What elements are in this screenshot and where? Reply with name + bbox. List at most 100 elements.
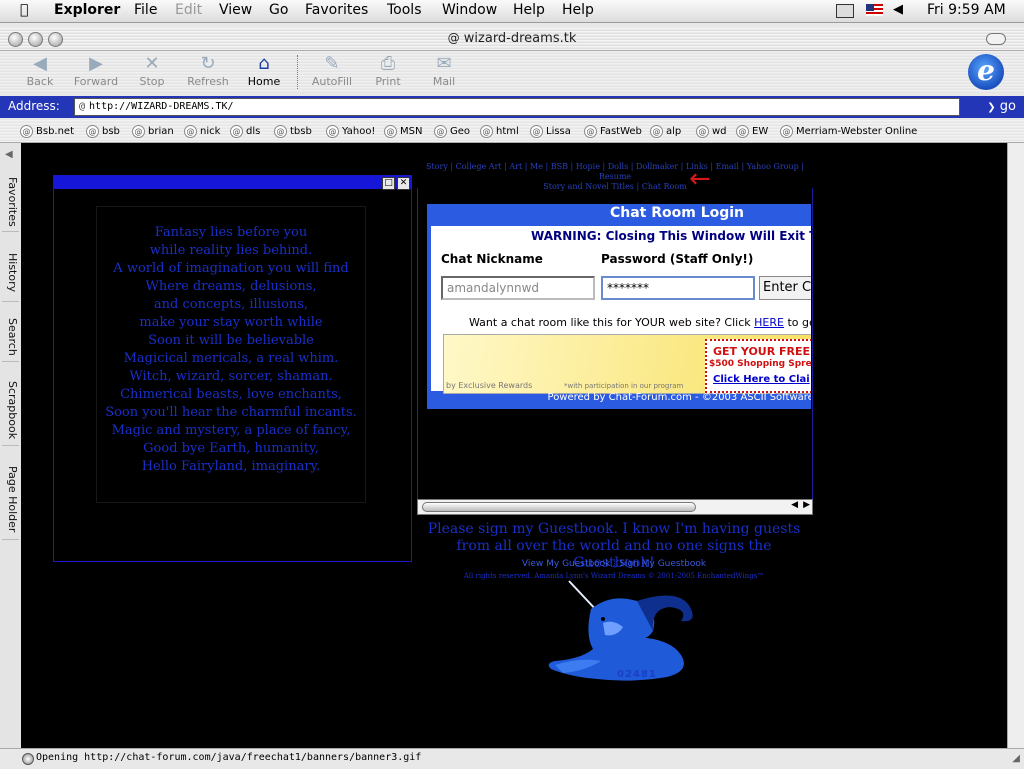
nickname-input[interactable]: amandalynnwd [441, 276, 595, 300]
scroll-right-icon[interactable]: ▶ [803, 500, 810, 510]
menu-tools[interactable]: Tools [387, 2, 422, 18]
forward-arrow-icon: ▶ [89, 53, 103, 74]
stop-x-icon: ✕ [144, 53, 160, 74]
at-icon: @ [696, 125, 709, 138]
ie-logo-icon: e [968, 54, 1004, 90]
enter-chat-button[interactable]: Enter Ch [759, 276, 811, 300]
poem-window: □ ✕ Fantasy lies before you while realit… [53, 175, 412, 562]
fav-item[interactable]: @ Lissa [530, 125, 571, 138]
go-button[interactable]: ❯ go [962, 98, 1016, 116]
forward-button[interactable]: ▶ Forward [66, 53, 126, 88]
tab-history[interactable]: History [2, 245, 19, 302]
nav-line-1[interactable]: Story | College Art | Art | Me | BSB | H… [415, 162, 815, 182]
at-icon: @ [230, 125, 243, 138]
poem-window-titlebar[interactable]: □ ✕ [54, 176, 411, 190]
menu-help[interactable]: Help [513, 2, 545, 18]
menu-file[interactable]: File [134, 2, 157, 18]
maximize-icon[interactable]: □ [382, 177, 395, 190]
forward-label: Forward [73, 75, 119, 88]
fav-item[interactable]: @ Yahoo! [326, 125, 375, 138]
frame-horizontal-scrollbar[interactable]: ◀ ▶ [417, 499, 813, 515]
banner-link[interactable]: Click Here to Clai [713, 374, 810, 385]
fav-item[interactable]: @ EW [736, 125, 768, 138]
tab-scrapbook[interactable]: Scrapbook [2, 375, 19, 446]
window-title: @ wizard-dreams.tk [0, 31, 1024, 46]
menu-window[interactable]: Window [442, 2, 497, 18]
poem-line: Soon you'll hear the charmful incants. [105, 405, 357, 420]
poem-line: Soon it will be believable [148, 333, 314, 348]
poem-line: Good bye Earth, humanity, [143, 441, 319, 456]
mail-button[interactable]: ✉ Mail [414, 53, 474, 88]
poem-line: Magicical mericals, a real whim. [123, 351, 339, 366]
fav-item[interactable]: @ bsb [86, 125, 120, 138]
back-button[interactable]: ◀ Back [10, 53, 70, 88]
flag-icon[interactable] [866, 4, 883, 16]
menu-edit[interactable]: Edit [175, 2, 202, 18]
pointer-arrow-icon: ← [689, 164, 711, 194]
menu-app-name[interactable]: Explorer [54, 2, 120, 18]
stop-button[interactable]: ✕ Stop [122, 53, 182, 88]
poem: Fantasy lies before you while reality li… [96, 224, 366, 476]
apple-menu-icon[interactable]:  [20, 2, 28, 18]
sign-guestbook-link[interactable]: Sign My Guestbook [619, 559, 706, 569]
banner-offer[interactable]: GET YOUR FREE $500 Shopping Spre Click H… [705, 339, 811, 393]
back-arrow-icon: ◀ [33, 53, 47, 74]
fav-item[interactable]: @ MSN [384, 125, 422, 138]
refresh-button[interactable]: ↻ Refresh [178, 53, 238, 88]
fav-item[interactable]: @ Geo [434, 125, 470, 138]
fav-item[interactable]: @ dls [230, 125, 260, 138]
display-icon[interactable] [836, 4, 854, 18]
collapse-arrow-icon[interactable]: ◀ [5, 149, 13, 160]
password-input[interactable]: ******* [601, 276, 755, 300]
poem-line: Chimerical beasts, love enchants, [120, 387, 342, 402]
fav-item[interactable]: @ Merriam-Webster Online [780, 125, 917, 138]
close-icon[interactable]: ✕ [397, 177, 410, 190]
menu-clock[interactable]: Fri 9:59 AM [927, 2, 1006, 18]
here-link[interactable]: HERE [754, 316, 784, 329]
status-bar: Opening http://chat-forum.com/java/freec… [0, 748, 1024, 769]
poem-line: make your stay worth while [139, 315, 323, 330]
at-icon: @ [384, 125, 397, 138]
chat-login-applet: Chat Room Login WARNING: Closing This Wi… [427, 204, 811, 409]
window-title-bar[interactable]: @ wizard-dreams.tk [0, 28, 1024, 51]
scroll-left-icon[interactable]: ◀ [791, 500, 798, 510]
tab-search[interactable]: Search [2, 313, 19, 362]
promo-text: Want a chat room like this for YOUR web … [469, 316, 751, 329]
menu-go[interactable]: Go [269, 2, 288, 18]
ad-banner[interactable]: by Exclusive Rewards *with participation… [443, 334, 811, 394]
resize-grip-icon[interactable]: ◢ [1012, 753, 1020, 764]
fav-item[interactable]: @ wd [696, 125, 727, 138]
tab-page-holder[interactable]: Page Holder [2, 459, 19, 540]
toolbar-toggle-button[interactable] [986, 33, 1006, 45]
menu-view[interactable]: View [219, 2, 252, 18]
menu-favorites[interactable]: Favorites [305, 2, 368, 18]
address-url: http://WIZARD-DREAMS.TK/ [89, 101, 234, 112]
print-button[interactable]: ⎙ Print [358, 53, 418, 88]
chat-panel: WARNING: Closing This Window Will Exit T… [431, 226, 811, 394]
view-guestbook-link[interactable]: View My Guestbook [522, 559, 611, 569]
fav-item[interactable]: @ tbsb [274, 125, 312, 138]
fav-item[interactable]: @ Bsb.net [20, 125, 74, 138]
stop-label: Stop [139, 75, 165, 88]
fav-item[interactable]: @ alp [650, 125, 681, 138]
tab-favorites[interactable]: Favorites [2, 173, 19, 232]
fav-item[interactable]: @ FastWeb [584, 125, 642, 138]
autofill-icon: ✎ [324, 53, 340, 74]
page-vertical-scrollbar[interactable] [1007, 143, 1024, 748]
scrollbar-thumb[interactable] [422, 502, 696, 512]
volume-icon[interactable]: ◀ [893, 2, 903, 17]
guestbook-links: View My Guestbook | Sign My Guestbook [521, 559, 707, 569]
address-input[interactable]: @ http://WIZARD-DREAMS.TK/ [74, 98, 960, 116]
home-button[interactable]: ⌂ Home [234, 53, 294, 88]
fav-item[interactable]: @ html [480, 125, 519, 138]
printer-icon: ⎙ [380, 53, 396, 74]
fav-item[interactable]: @ nick [184, 125, 220, 138]
menu-help-2[interactable]: Help [562, 2, 594, 18]
at-icon: @ [434, 125, 447, 138]
poem-line: A world of imagination you will find [113, 261, 349, 276]
fav-item[interactable]: @ brian [132, 125, 174, 138]
mail-icon: ✉ [436, 53, 452, 74]
poem-line: while reality lies behind. [149, 243, 313, 258]
at-icon: @ [326, 125, 339, 138]
autofill-button[interactable]: ✎ AutoFill [302, 53, 362, 88]
